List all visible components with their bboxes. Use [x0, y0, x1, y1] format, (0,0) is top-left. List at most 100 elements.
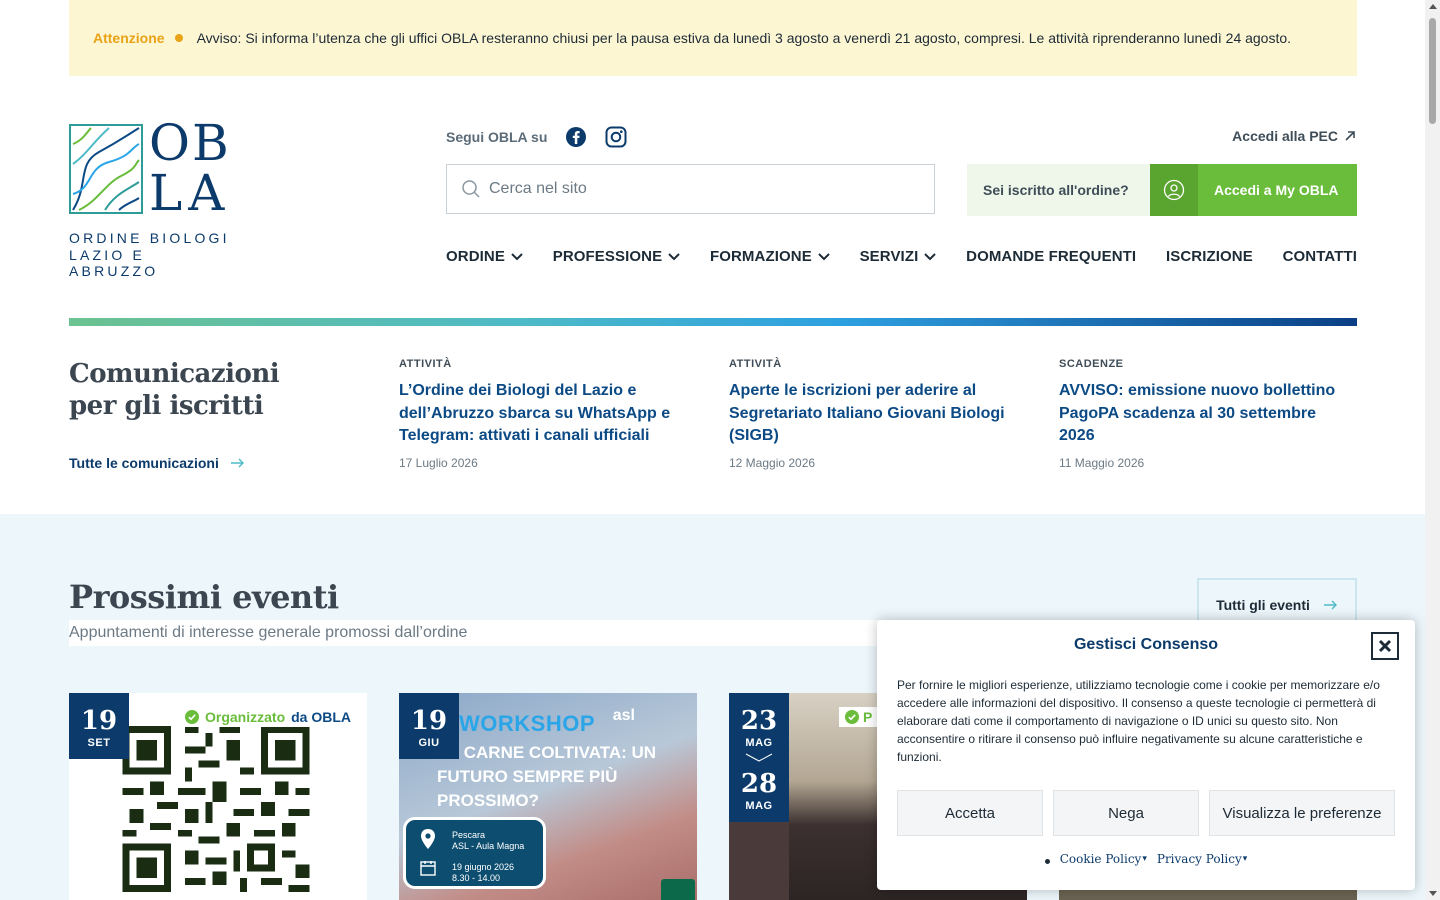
event-day: 19: [80, 706, 118, 736]
communications-title-line1: Comunicazioni: [69, 359, 280, 389]
accept-button[interactable]: Accetta: [897, 790, 1043, 836]
nav-item-label: SERVIZI: [859, 248, 919, 265]
communication-headline[interactable]: AVVISO: emissione nuovo bollettino PagoP…: [1059, 380, 1349, 448]
communication-card[interactable]: ATTIVITÀ L’Ordine dei Biologi del Lazio …: [399, 358, 689, 470]
organized-badge: Organizzato da OBLA: [179, 707, 358, 727]
cookie-text: Per fornire le migliori esperienze, util…: [897, 678, 1380, 764]
search-icon: [462, 180, 480, 198]
arrow-right-icon: [230, 458, 244, 468]
deny-button[interactable]: Nega: [1053, 790, 1199, 836]
my-obla-label: Accedi a My OBLA: [1214, 182, 1339, 198]
workshop-org: asl: [612, 707, 635, 724]
chevron-down-icon: ▾: [1242, 854, 1248, 864]
chevron-down-icon: ▾: [1142, 854, 1147, 864]
workshop-title: WORKSHOP: [459, 711, 595, 736]
event-date-badge: 23 MAG 28 MAG: [729, 693, 789, 822]
communication-date: 17 Luglio 2026: [399, 455, 478, 470]
nav-item-label: ISCRIZIONE: [1165, 248, 1253, 265]
check-circle-icon: [185, 710, 199, 724]
nav-item-iscrizione[interactable]: ISCRIZIONE: [1166, 248, 1253, 265]
arrow-right-icon: [1323, 600, 1337, 610]
communications-title: Comunicazioni per gli iscritti: [69, 358, 280, 422]
chevron-down-icon: [511, 252, 523, 260]
nav-item-professione[interactable]: PROFESSIONE: [553, 248, 680, 265]
nav-item-label: PROFESSIONE: [552, 248, 663, 265]
my-obla-button[interactable]: Accedi a My OBLA: [1150, 164, 1357, 216]
event-day: 19: [410, 706, 448, 736]
communication-headline[interactable]: Aperte le iscrizioni per aderire al Segr…: [729, 380, 1019, 448]
workshop-place-2: ASL - Aula Magna: [452, 841, 525, 851]
event-day: 23: [740, 706, 778, 736]
workshop-place-1: Pescara: [452, 830, 486, 840]
gradient-divider: [69, 318, 1357, 326]
chevron-down-icon: [818, 252, 830, 260]
cookie-policy-label: Cookie Policy: [1059, 852, 1142, 866]
notice-text: Avviso: Si informa l’utenza che gli uffi…: [196, 30, 1292, 46]
scroll-thumb[interactable]: [1429, 18, 1436, 124]
communication-category: ATTIVITÀ: [729, 358, 782, 370]
communication-card[interactable]: ATTIVITÀ Aperte le iscrizioni per aderir…: [729, 358, 1019, 470]
scroll-down-icon[interactable]: [1429, 891, 1437, 896]
all-events-label: Tutti gli eventi: [1216, 597, 1310, 613]
communication-category: SCADENZE: [1059, 358, 1124, 370]
privacy-policy-label: Privacy Policy: [1156, 852, 1242, 866]
event-month: MAG: [745, 737, 773, 749]
notice-dot-icon: [174, 34, 183, 42]
chevron-down-icon: [668, 252, 680, 260]
calendar-icon: [420, 861, 436, 876]
event-month-end: MAG: [745, 800, 773, 812]
social-links: Segui OBLA su: [446, 124, 645, 150]
view-preferences-button[interactable]: Visualizza le preferenze: [1209, 790, 1395, 836]
pec-link-label: Accedi alla PEC: [1232, 128, 1338, 144]
notice-label: Attenzione: [93, 30, 165, 46]
logo-subtitle-2: LAZIO E ABRUZZO: [69, 247, 159, 279]
cookie-policy-link[interactable]: Cookie Policy ▾: [1044, 852, 1147, 866]
cookie-consent-dialog: Gestisci Consenso Per fornire le miglior…: [877, 620, 1415, 890]
site-logo[interactable]: OB LA ORDINE BIOLOGI LAZIO E ABRUZZO: [69, 118, 234, 279]
nav-item-formazione[interactable]: FORMAZIONE: [710, 248, 830, 265]
member-question: Sei iscritto all'ordine?: [967, 164, 1150, 216]
logo-mark-icon: [69, 124, 143, 214]
check-circle-icon: [845, 710, 859, 724]
event-card[interactable]: 19 SET Organizzato da OBLA: [69, 693, 367, 900]
nav-item-servizi[interactable]: SERVIZI: [860, 248, 937, 265]
event-date-badge: 19 GIU: [399, 693, 459, 759]
search-input[interactable]: [489, 180, 909, 198]
communication-card[interactable]: SCADENZE AVVISO: emissione nuovo bollett…: [1059, 358, 1349, 470]
nav-item-domande-frequenti[interactable]: DOMANDE FREQUENTI: [966, 248, 1136, 265]
nav-item-label: DOMANDE FREQUENTI: [966, 248, 1137, 265]
qr-code-image: [115, 719, 317, 899]
event-card[interactable]: 19 GIU WORKSHOP asl LA CARNE COLTIVATA: …: [399, 693, 697, 900]
facebook-icon[interactable]: [565, 126, 587, 148]
event-day-end: 28: [740, 769, 778, 799]
close-icon: [1378, 639, 1392, 653]
nav-item-contatti[interactable]: CONTATTI: [1283, 248, 1357, 265]
organized-label: Organizzato: [205, 709, 286, 725]
nav-item-ordine[interactable]: ORDINE: [446, 248, 523, 265]
nav-item-label: CONTATTI: [1282, 248, 1357, 265]
location-pin-icon: [421, 829, 435, 849]
all-communications-link[interactable]: Tutte le comunicazioni: [69, 455, 245, 471]
events-title: Prossimi eventi: [69, 578, 339, 616]
workshop-time: 8.30 - 14.00: [452, 873, 501, 883]
scroll-up-icon[interactable]: [1429, 4, 1437, 9]
workshop-date: 19 giugno 2026: [452, 862, 515, 872]
pec-link[interactable]: Accedi alla PEC: [1232, 128, 1356, 144]
workshop-info-box: Pescara ASL - Aula Magna 19 giugno 2026 …: [403, 817, 546, 889]
logo-subtitle-1: ORDINE BIOLOGI: [69, 230, 230, 246]
cookie-title: Gestisci Consenso: [1073, 636, 1219, 653]
chevron-down-icon: [924, 252, 937, 260]
page-scrollbar[interactable]: [1425, 0, 1440, 900]
communication-headline[interactable]: L’Ordine dei Biologi del Lazio e dell’Ab…: [399, 380, 689, 448]
logo-text-ob: OB: [149, 114, 231, 172]
privacy-policy-link[interactable]: Privacy Policy ▾: [1157, 852, 1247, 866]
close-button[interactable]: [1371, 632, 1399, 660]
user-icon: [1150, 164, 1198, 216]
external-arrow-icon: [1345, 131, 1355, 141]
instagram-icon[interactable]: [605, 126, 627, 148]
member-area: Sei iscritto all'ordine? Accedi a My OBL…: [967, 164, 1357, 216]
search-box[interactable]: [446, 164, 935, 214]
event-month: GIU: [418, 737, 440, 749]
communication-date: 11 Maggio 2026: [1059, 455, 1145, 470]
organized-label: P: [863, 709, 873, 725]
